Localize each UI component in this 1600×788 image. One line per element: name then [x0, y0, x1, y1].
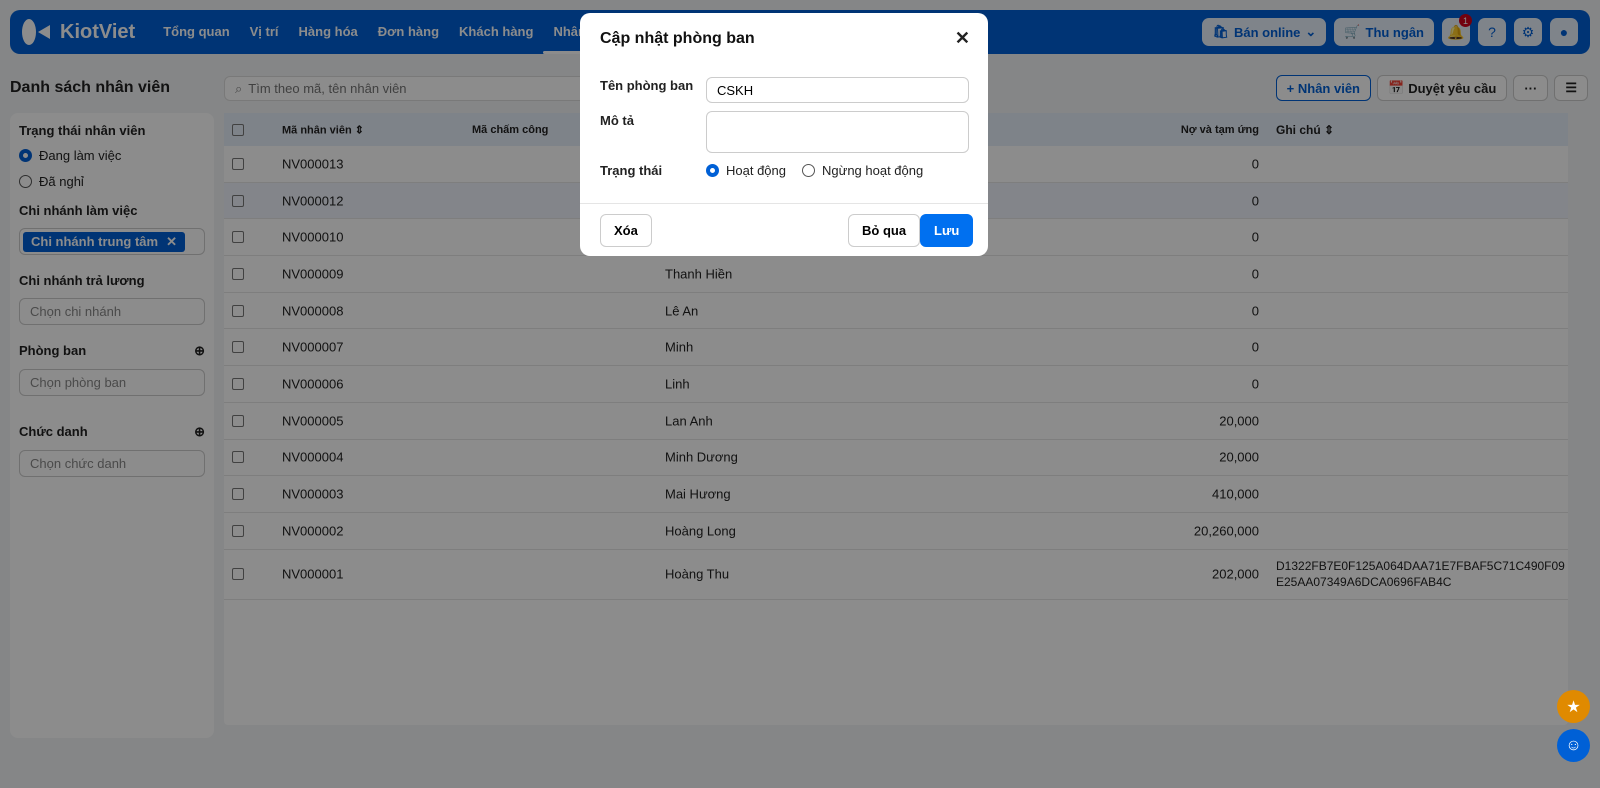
description-label: Mô tả — [600, 113, 634, 128]
radio-active[interactable]: Hoạt động — [706, 163, 786, 178]
close-icon[interactable]: ✕ — [955, 28, 970, 49]
delete-button[interactable]: Xóa — [600, 214, 652, 247]
star-icon: ★ — [1566, 698, 1581, 716]
radio-icon — [802, 164, 815, 177]
radio-label: Ngừng hoạt động — [822, 163, 924, 178]
status-label: Trạng thái — [600, 163, 663, 178]
update-department-modal: Cập nhật phòng ban ✕ Tên phòng ban Mô tả… — [580, 13, 988, 256]
modal-title: Cập nhật phòng ban — [600, 30, 755, 47]
radio-icon — [706, 164, 719, 177]
modal-divider — [580, 203, 988, 204]
radio-label: Hoạt động — [726, 163, 786, 178]
favorite-button[interactable]: ★ — [1557, 690, 1590, 723]
name-label: Tên phòng ban — [600, 78, 694, 93]
department-name-input[interactable] — [706, 77, 969, 103]
radio-inactive[interactable]: Ngừng hoạt động — [802, 163, 923, 178]
skip-button[interactable]: Bỏ qua — [848, 214, 921, 247]
description-input[interactable] — [706, 111, 969, 153]
save-button[interactable]: Lưu — [920, 214, 974, 247]
headset-icon: ☺ — [1565, 736, 1582, 754]
support-button[interactable]: ☺ — [1557, 729, 1590, 762]
